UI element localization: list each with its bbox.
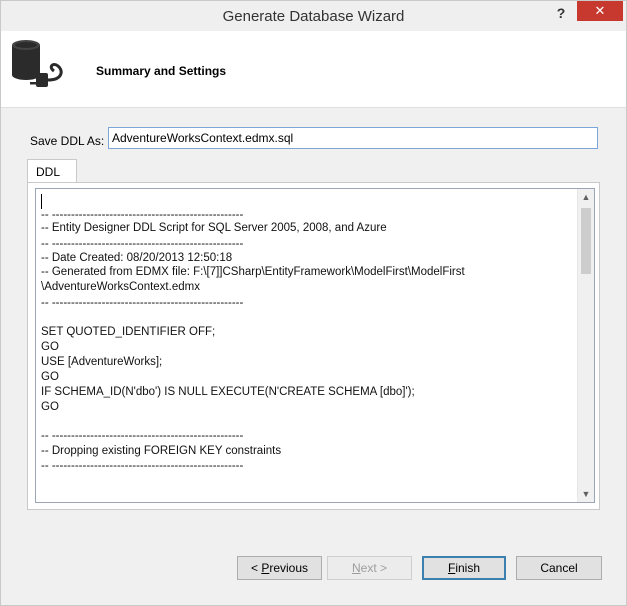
close-icon: ✕ xyxy=(594,3,606,18)
ddl-line: -- Generated from EDMX file: F:\[7]]CSha… xyxy=(41,266,465,278)
previous-prefix: < xyxy=(250,561,262,575)
ddl-line: USE [AdventureWorks]; xyxy=(41,356,163,368)
title-bar: Generate Database Wizard ? ✕ xyxy=(1,1,626,31)
ddl-line: -- -------------------------------------… xyxy=(41,430,244,442)
finish-rest: inish xyxy=(455,561,481,575)
save-ddl-input[interactable]: AdventureWorksContext.edmx.sql xyxy=(108,127,598,149)
tab-ddl[interactable]: DDL xyxy=(27,159,77,183)
close-button[interactable]: ✕ xyxy=(577,1,623,21)
ddl-line: -- Dropping existing FOREIGN KEY constra… xyxy=(41,445,282,457)
previous-button[interactable]: < Previous xyxy=(237,556,322,580)
wizard-header: Summary and Settings xyxy=(1,31,626,108)
ddl-line: -- -------------------------------------… xyxy=(41,209,244,221)
previous-rest: revious xyxy=(269,561,309,575)
window-title: Generate Database Wizard xyxy=(222,8,405,25)
ddl-line: -- -------------------------------------… xyxy=(41,460,244,472)
ddl-line: -- Date Created: 08/20/2013 12:50:18 xyxy=(41,252,233,264)
text-caret xyxy=(41,194,42,209)
page-title: Summary and Settings xyxy=(96,64,227,78)
next-button: Next > xyxy=(327,556,412,580)
database-plug-icon xyxy=(12,40,63,87)
ddl-line: IF SCHEMA_ID(N'dbo') IS NULL EXECUTE(N'C… xyxy=(41,386,415,398)
help-button[interactable]: ? xyxy=(549,4,573,22)
save-ddl-label: Save DDL As: xyxy=(30,134,105,148)
ddl-scrollbar[interactable]: ▲ ▼ xyxy=(577,189,594,502)
ddl-line: \AdventureWorksContext.edmx xyxy=(41,281,200,293)
ddl-line: GO xyxy=(41,341,59,353)
ddl-line: -- -------------------------------------… xyxy=(41,297,244,309)
ddl-line: SET QUOTED_IDENTIFIER OFF; xyxy=(41,326,216,338)
finish-button[interactable]: Finish xyxy=(422,556,506,580)
ddl-line: GO xyxy=(41,401,59,413)
ddl-text-area[interactable]: -- -------------------------------------… xyxy=(35,188,595,503)
scroll-down-arrow-icon[interactable]: ▼ xyxy=(578,486,594,502)
scroll-thumb[interactable] xyxy=(581,208,591,274)
next-rest: ext > xyxy=(360,561,388,575)
cancel-button[interactable]: Cancel xyxy=(516,556,602,580)
ddl-line: -- Entity Designer DDL Script for SQL Se… xyxy=(41,222,387,234)
wizard-window: Generate Database Wizard ? ✕ Summary and… xyxy=(0,0,627,606)
ddl-line: GO xyxy=(41,371,59,383)
ddl-line: -- -------------------------------------… xyxy=(41,238,244,250)
tab-ddl-label: DDL xyxy=(36,165,61,179)
scroll-up-arrow-icon[interactable]: ▲ xyxy=(578,189,594,205)
next-mnemonic: N xyxy=(351,561,361,575)
